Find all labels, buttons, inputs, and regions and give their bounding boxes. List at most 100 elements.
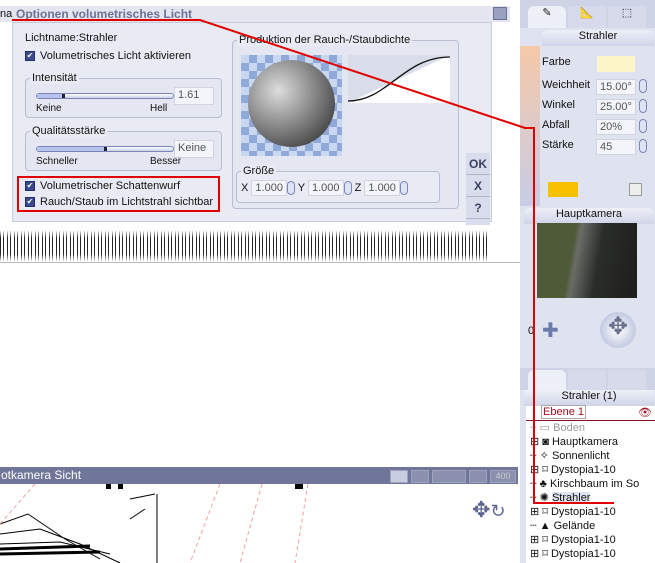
intensity-min-label: Keine bbox=[36, 103, 62, 114]
camera-header[interactable]: Hauptkamera bbox=[524, 208, 654, 224]
density-group: Produktion der Rauch-/Staubdichte Größe … bbox=[232, 34, 459, 209]
background-text: na bbox=[0, 8, 13, 20]
intensity-input[interactable]: 1.61 bbox=[174, 87, 214, 105]
camera-dolly-control[interactable]: ✥ bbox=[600, 312, 636, 348]
tree-item[interactable]: ⊞ ⌑ Dystopia1-10 bbox=[530, 533, 655, 547]
layer-row[interactable]: Ebene 1 👁 bbox=[526, 405, 655, 421]
volumetric-shadow-checkbox[interactable]: ✔ Volumetrischer Schattenwurf bbox=[25, 180, 180, 192]
quality-group: Qualitätsstärke Schneller Besser Keine bbox=[25, 125, 222, 171]
rotate-icon[interactable]: ↻ bbox=[490, 501, 505, 521]
tree-item[interactable]: ⊞ ⌑ Dystopia1-10 bbox=[530, 463, 655, 477]
properties-tabs: ✎ 📐 ⬚ bbox=[520, 0, 655, 28]
zoom-control[interactable]: 400 bbox=[490, 470, 516, 484]
tab-links-icon[interactable] bbox=[608, 370, 646, 390]
sphere-preview bbox=[241, 55, 342, 156]
quality-slider[interactable] bbox=[36, 146, 174, 152]
size-group: Größe X 1.000 Y 1.000 Z 1.000 bbox=[236, 165, 440, 203]
scene-tree: Ebene 1 👁 ┄ ▭ Boden ⊞ ◙ Hauptkamera ┄ ✧ S… bbox=[526, 405, 655, 563]
softness-spinner[interactable] bbox=[639, 79, 647, 93]
angle-input[interactable]: 25.00° bbox=[596, 99, 636, 115]
intensity-max-label: Hell bbox=[150, 103, 168, 114]
tab-objects-icon[interactable]: ⬚ bbox=[608, 6, 646, 28]
size-z-input[interactable]: 1.000 bbox=[364, 179, 400, 196]
viewport-navigation-controls[interactable]: ✥↻ bbox=[472, 497, 512, 529]
scene-tabs bbox=[520, 368, 655, 390]
size-y-spinner[interactable] bbox=[343, 181, 352, 195]
bulb-icon[interactable] bbox=[629, 183, 642, 196]
density-legend: Produktion der Rauch-/Staubdichte bbox=[237, 34, 413, 46]
prop-row: Winkel 25.00° bbox=[542, 99, 652, 119]
tree-item[interactable]: ┄ ▭ Boden bbox=[530, 421, 655, 435]
tab-light-icon[interactable]: ✎ bbox=[528, 6, 566, 28]
size-z-spinner[interactable] bbox=[399, 181, 408, 195]
tree-item[interactable]: ┄ ▲ Gelände bbox=[530, 519, 655, 533]
light-name: Lichtname:Strahler bbox=[25, 32, 118, 44]
prop-row-color: Farbe bbox=[542, 56, 652, 79]
tab-materials-icon[interactable] bbox=[568, 370, 606, 390]
right-panel: ✎ 📐 ⬚ Strahler Farbe Weichheit 15.00° Win… bbox=[520, 0, 655, 563]
camera-move-control[interactable]: ✚ bbox=[542, 318, 559, 343]
quality-input[interactable]: Keine bbox=[174, 140, 214, 158]
smoke-visible-checkbox[interactable]: ✔ Rauch/Staub im Lichtstrahl sichtbar bbox=[25, 196, 213, 208]
color-picker-swatch[interactable] bbox=[548, 182, 578, 197]
size-x-input[interactable]: 1.000 bbox=[251, 179, 287, 196]
falloff-spinner[interactable] bbox=[639, 119, 647, 133]
dialog-button-column: OK X ? bbox=[466, 153, 490, 225]
visibility-eye-icon[interactable]: 👁 bbox=[638, 406, 652, 419]
scene-wireframe-strip bbox=[0, 230, 490, 262]
tree-items: ┄ ▭ Boden ⊞ ◙ Hauptkamera ┄ ✧ Sonnenlich… bbox=[526, 421, 655, 561]
window-menu-icon[interactable] bbox=[493, 7, 507, 20]
falloff-input[interactable]: 20% bbox=[596, 119, 636, 135]
cancel-button[interactable]: X bbox=[466, 175, 490, 197]
z-label: Z bbox=[354, 181, 362, 194]
viewport-divider bbox=[0, 262, 520, 263]
tab-scene-icon[interactable] bbox=[528, 370, 566, 390]
tab-ruler-icon[interactable]: 📐 bbox=[568, 6, 606, 28]
density-curve[interactable] bbox=[348, 55, 450, 103]
size-y-input[interactable]: 1.000 bbox=[308, 179, 344, 196]
save-view-icon[interactable] bbox=[411, 470, 429, 484]
camera-menu-icon[interactable] bbox=[390, 470, 408, 484]
prop-row: Weichheit 15.00° bbox=[542, 79, 652, 99]
softness-input[interactable]: 15.00° bbox=[596, 79, 636, 95]
viewport-wireframe bbox=[0, 484, 309, 563]
intensity-slider[interactable] bbox=[36, 93, 174, 99]
x-label: X bbox=[241, 181, 249, 194]
camera-counter: 0 bbox=[528, 325, 535, 337]
move-icon[interactable]: ✥ bbox=[472, 497, 490, 522]
view-mode-icons[interactable] bbox=[432, 470, 466, 484]
strength-input[interactable]: 45 bbox=[596, 139, 636, 155]
enable-volumetric-checkbox[interactable]: ✔ Volumetrisches Licht aktivieren bbox=[25, 50, 191, 62]
prop-row: Abfall 20% bbox=[542, 119, 652, 139]
intensity-group: Intensität Keine Hell 1.61 bbox=[25, 72, 222, 118]
intensity-legend: Intensität bbox=[30, 72, 79, 84]
dialog-title: Optionen volumetrisches Licht bbox=[16, 7, 193, 21]
tree-item[interactable]: ⊞ ⌑ Dystopia1-10 bbox=[530, 547, 655, 561]
quality-legend: Qualitätsstärke bbox=[30, 125, 108, 137]
camera-preview bbox=[537, 223, 637, 298]
smoke-sphere bbox=[248, 60, 335, 147]
prop-row: Stärke 45 bbox=[542, 139, 652, 159]
tree-item-selected[interactable]: ┄ ✺ Strahler bbox=[530, 491, 655, 505]
tree-item[interactable]: ┄ ♣ Kirschbaum im So bbox=[530, 477, 655, 491]
light-type-toolbar[interactable] bbox=[520, 46, 540, 206]
ok-button[interactable]: OK bbox=[466, 153, 490, 175]
tree-item[interactable]: ⊞ ◙ Hauptkamera bbox=[530, 435, 655, 449]
strength-spinner[interactable] bbox=[639, 139, 647, 153]
light-header[interactable]: Strahler bbox=[542, 30, 654, 46]
size-x-spinner[interactable] bbox=[286, 181, 295, 195]
size-legend: Größe bbox=[241, 165, 277, 177]
light-color-swatch[interactable] bbox=[597, 56, 635, 72]
tree-item[interactable]: ⊞ ⌑ Dystopia1-10 bbox=[530, 505, 655, 519]
viewport-title: otkamera Sicht bbox=[1, 468, 82, 482]
grid-icon[interactable] bbox=[469, 470, 487, 484]
tree-item[interactable]: ┄ ✧ Sonnenlicht bbox=[530, 449, 655, 463]
volumetric-light-dialog: Lichtname:Strahler ✔ Volumetrisches Licht… bbox=[12, 22, 492, 225]
angle-spinner[interactable] bbox=[639, 99, 647, 113]
help-button[interactable]: ? bbox=[466, 197, 490, 219]
light-properties: Farbe Weichheit 15.00° Winkel 25.00° Abfal… bbox=[542, 56, 652, 159]
scene-header[interactable]: Strahler (1) bbox=[524, 390, 654, 406]
y-label: Y bbox=[297, 181, 305, 194]
quality-min-label: Schneller bbox=[36, 156, 78, 167]
viewport-header: otkamera Sicht 400 bbox=[0, 467, 518, 484]
